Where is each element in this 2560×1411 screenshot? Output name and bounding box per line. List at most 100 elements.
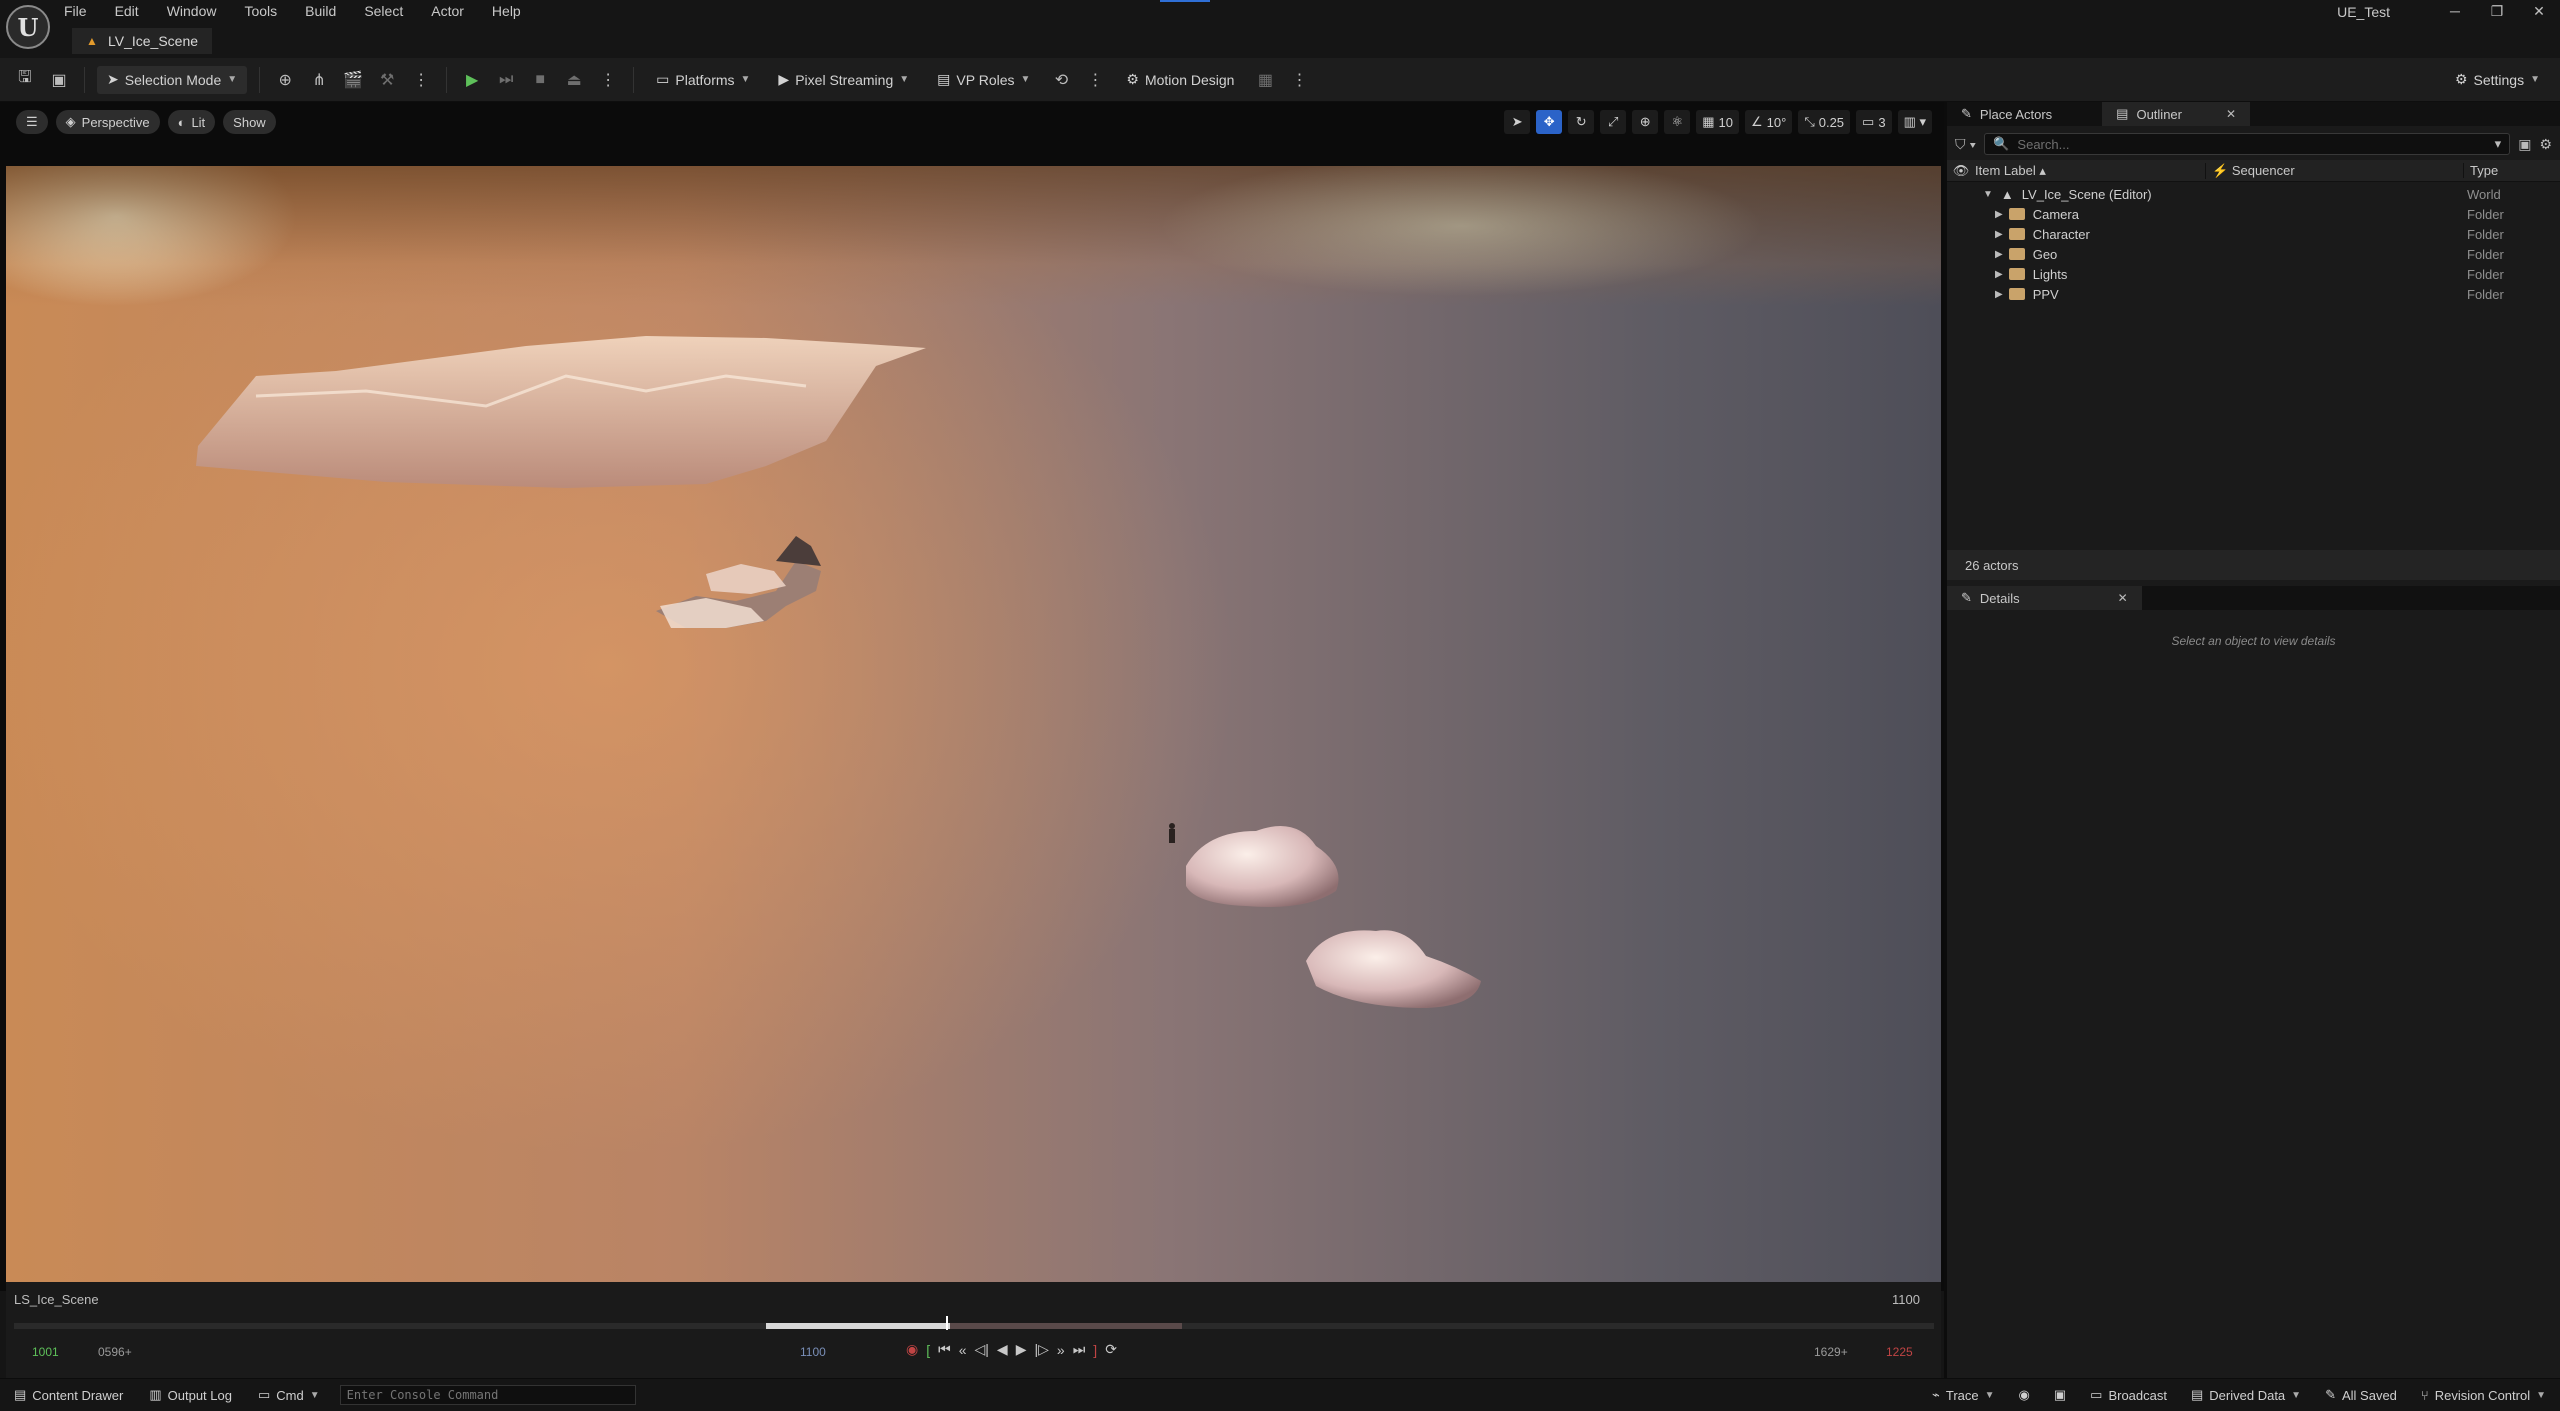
tree-row-folder[interactable]: ▶ Geo Folder <box>1947 244 2560 264</box>
view-start-frame[interactable]: 0596+ <box>98 1345 132 1359</box>
view-range-bar[interactable] <box>766 1323 950 1329</box>
menu-file[interactable]: File <box>64 0 101 22</box>
next-key-icon[interactable]: » <box>1057 1342 1065 1358</box>
previous-key-icon[interactable]: « <box>959 1342 967 1358</box>
perspective-button[interactable]: ◈ Perspective <box>55 110 160 134</box>
console-command-input[interactable] <box>339 1385 636 1405</box>
column-type[interactable]: Type <box>2463 163 2498 178</box>
column-sequencer[interactable]: ⚡ Sequencer <box>2205 162 2463 179</box>
document-tab[interactable]: ▲ LV_Ice_Scene <box>72 28 213 54</box>
menu-actor[interactable]: Actor <box>431 0 478 22</box>
add-actor-icon[interactable]: ⊕ <box>272 67 298 93</box>
tab-details[interactable]: ✎ Details ✕ <box>1947 586 2142 610</box>
screenshot-icon[interactable]: ▣ <box>2048 1382 2072 1408</box>
scale-tool-icon[interactable]: ⤢ <box>1600 110 1627 134</box>
selection-mode-button[interactable]: ➤ Selection Mode ▼ <box>97 65 248 94</box>
menu-build[interactable]: Build <box>305 0 350 22</box>
play-forward-icon[interactable]: ▶ <box>1016 1341 1027 1358</box>
more-options-icon[interactable]: ⋮ <box>1082 67 1108 93</box>
eject-icon[interactable]: ⏏ <box>561 67 587 93</box>
loop-icon[interactable]: ⟳ <box>1105 1341 1117 1358</box>
rotation-snap-button[interactable]: ∠ 10° <box>1745 110 1793 134</box>
advance-frame-icon[interactable]: ⏭ <box>493 67 519 93</box>
show-button[interactable]: Show <box>223 110 276 134</box>
jump-to-end-icon[interactable]: ⏭ <box>1073 1341 1086 1358</box>
viewport-layout-icon[interactable]: ▥ ▾ <box>1897 110 1932 134</box>
expand-arrow-icon[interactable]: ▶ <box>1995 269 2003 280</box>
blueprint-icon[interactable]: ⋔ <box>306 67 332 93</box>
expand-arrow-icon[interactable]: ▶ <box>1995 229 2003 240</box>
expand-arrow-icon[interactable]: ▶ <box>1995 289 2003 300</box>
derived-data-button[interactable]: ▤ Derived Data ▼ <box>2185 1382 2307 1408</box>
filter-icon[interactable]: ⛉ ▾ <box>1955 136 1976 153</box>
step-forward-icon[interactable]: |▷ <box>1034 1341 1048 1358</box>
step-back-icon[interactable]: ◁| <box>975 1341 989 1358</box>
select-tool-icon[interactable]: ➤ <box>1504 110 1531 134</box>
stop-icon[interactable]: ■ <box>527 67 553 93</box>
viewport-menu-button[interactable]: ☰ <box>16 110 48 134</box>
play-options-icon[interactable]: ⋮ <box>595 67 621 93</box>
more-options-icon[interactable]: ⋮ <box>1286 67 1312 93</box>
column-item-label[interactable]: Item Label ▴ <box>1975 163 2205 179</box>
restore-button[interactable]: ❐ <box>2476 0 2518 22</box>
jump-to-start-icon[interactable]: ⏮ <box>938 1341 951 1358</box>
expand-arrow-icon[interactable]: ▶ <box>1995 249 2003 260</box>
modeling-icon[interactable]: ⚒ <box>374 67 400 93</box>
end-frame[interactable]: 1225 <box>1886 1345 1913 1359</box>
close-icon[interactable]: ✕ <box>2226 107 2236 121</box>
start-frame[interactable]: 1001 <box>32 1345 59 1359</box>
play-icon[interactable]: ▶ <box>459 67 485 93</box>
tab-place-actors[interactable]: ✎ Place Actors <box>1947 102 2066 126</box>
add-folder-icon[interactable]: ▣ <box>2518 136 2531 153</box>
rotate-tool-icon[interactable]: ↻ <box>1568 110 1595 134</box>
menu-help[interactable]: Help <box>492 0 535 22</box>
tree-row-folder[interactable]: ▶ PPV Folder <box>1947 284 2560 304</box>
cmd-dropdown[interactable]: ▭ Cmd ▼ <box>252 1382 326 1408</box>
plugin-icon[interactable]: ▦ <box>1252 67 1278 93</box>
set-end-icon[interactable]: ] <box>1093 1342 1097 1358</box>
motion-design-button[interactable]: ⚙ Motion Design <box>1116 66 1244 94</box>
minimize-button[interactable]: ─ <box>2434 0 2476 22</box>
settings-button[interactable]: ⚙ Settings ▼ <box>2445 66 2550 94</box>
platforms-button[interactable]: ▭ Platforms ▼ <box>646 66 760 94</box>
menu-tools[interactable]: Tools <box>244 0 291 22</box>
content-browser-icon[interactable]: ▣ <box>46 67 72 93</box>
scene-render[interactable] <box>6 166 1941 1282</box>
playhead[interactable] <box>946 1316 948 1330</box>
surface-snap-icon[interactable]: ⚛ <box>1664 110 1691 134</box>
visibility-icon[interactable]: 👁 <box>1947 163 1975 179</box>
tree-row-root[interactable]: ▼ ▲ LV_Ice_Scene (Editor) World <box>1947 184 2560 204</box>
lit-button[interactable]: ◐ Lit <box>167 110 216 134</box>
menu-window[interactable]: Window <box>167 0 231 22</box>
all-saved-button[interactable]: ✎ All Saved <box>2319 1382 2403 1408</box>
menu-select[interactable]: Select <box>364 0 417 22</box>
save-icon[interactable]: 🖫 <box>12 67 38 93</box>
set-start-icon[interactable]: [ <box>926 1342 930 1358</box>
cinematics-icon[interactable]: 🎬 <box>340 67 366 93</box>
pixel-streaming-button[interactable]: ▶ Pixel Streaming ▼ <box>768 66 919 94</box>
expand-arrow-icon[interactable]: ▼ <box>1983 189 1993 200</box>
world-space-icon[interactable]: ⊕ <box>1632 110 1659 134</box>
vp-roles-button[interactable]: ▤ VP Roles ▼ <box>927 66 1040 94</box>
outliner-search-input[interactable]: 🔍 Search... ▾ <box>1984 133 2511 155</box>
gear-icon[interactable]: ⚙ <box>2539 136 2552 153</box>
menu-edit[interactable]: Edit <box>115 0 153 22</box>
grid-snap-button[interactable]: ▦ 10 <box>1696 110 1739 134</box>
tab-outliner[interactable]: ▤ Outliner ✕ <box>2102 102 2251 126</box>
play-reverse-icon[interactable]: ◀ <box>997 1341 1008 1358</box>
playhead-frame[interactable]: 1100 <box>800 1345 826 1359</box>
unreal-logo-icon[interactable]: U <box>6 5 50 49</box>
scale-snap-button[interactable]: ⤡ 0.25 <box>1798 110 1851 134</box>
view-end-frame[interactable]: 1629+ <box>1814 1345 1848 1359</box>
broadcast-button[interactable]: ▭ Broadcast <box>2084 1382 2173 1408</box>
expand-arrow-icon[interactable]: ▶ <box>1995 209 2003 220</box>
record-status-icon[interactable]: ◉ <box>2013 1382 2036 1408</box>
tree-row-folder[interactable]: ▶ Lights Folder <box>1947 264 2560 284</box>
tree-row-folder[interactable]: ▶ Character Folder <box>1947 224 2560 244</box>
trace-button[interactable]: ⌁ Trace ▼ <box>1926 1382 2000 1408</box>
content-drawer-button[interactable]: ▤ Content Drawer <box>8 1382 129 1408</box>
revision-control-button[interactable]: ⑂ Revision Control ▼ <box>2415 1382 2552 1408</box>
output-log-button[interactable]: ▥ Output Log <box>143 1382 238 1408</box>
source-control-icon[interactable]: ⟲ <box>1048 67 1074 93</box>
more-options-icon[interactable]: ⋮ <box>408 67 434 93</box>
